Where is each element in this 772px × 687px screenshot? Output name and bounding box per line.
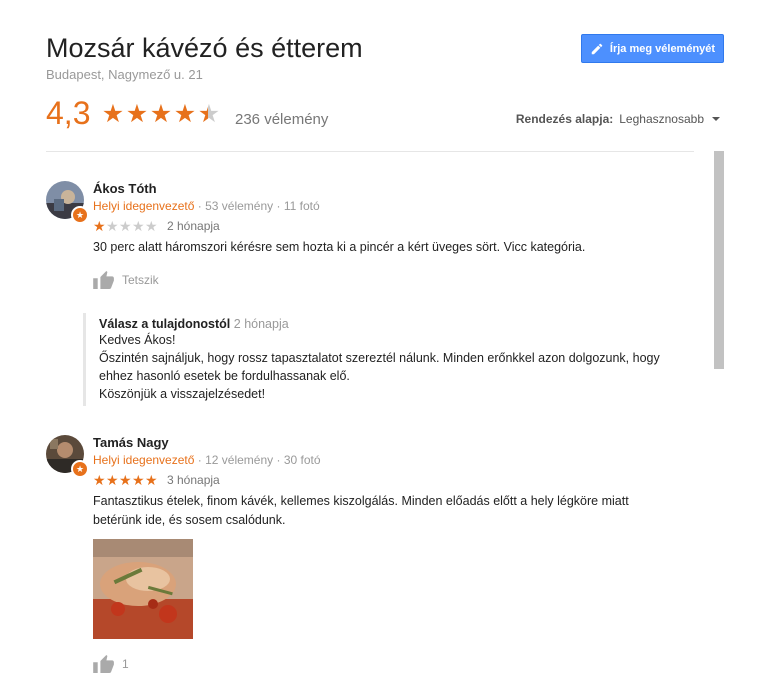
owner-reply-line: ehhez hasonló esetek be fordulhassanak e… xyxy=(99,369,350,383)
local-guide-badge-icon: ★ xyxy=(71,460,89,478)
star-icon: ★ xyxy=(145,218,158,234)
overall-stars: ★ ★ ★ ★ ★ xyxy=(101,101,221,128)
owner-reply-line: Őszintén sajnáljuk, hogy rossz tapasztal… xyxy=(99,351,660,365)
like-button[interactable]: Tetszik xyxy=(93,271,159,289)
separator: · xyxy=(276,199,281,213)
star-icon: ★ xyxy=(125,100,149,128)
review-stars: ★ ★ ★ ★ ★ 2 hónapja xyxy=(93,219,220,233)
owner-reply-line: Kedves Ákos! xyxy=(99,333,176,347)
sort-dropdown[interactable]: Rendezés alapja: Leghasznosabb xyxy=(516,112,720,126)
write-review-button[interactable]: Írja meg véleményét xyxy=(581,34,724,63)
separator: · xyxy=(197,199,202,213)
reviewer-review-count: 12 vélemény xyxy=(205,453,274,467)
local-guide-label: Helyi idegenvezető xyxy=(93,199,195,213)
thumbs-up-icon xyxy=(93,655,114,673)
star-icon: ★ xyxy=(101,100,125,128)
reviewer-meta: Helyi idegenvezető · 53 vélemény · 11 fo… xyxy=(93,199,320,213)
separator: · xyxy=(276,453,281,467)
star-icon: ★ xyxy=(119,472,132,488)
separator: · xyxy=(197,453,202,467)
review-text: 30 perc alatt háromszori kérésre sem hoz… xyxy=(93,240,586,254)
reviewer-review-count: 53 vélemény xyxy=(205,199,274,213)
owner-reply-time: 2 hónapja xyxy=(233,317,289,331)
overall-rating: 4,3 xyxy=(46,95,91,131)
review-text-line: betérünk ide, és sosem csalódunk. xyxy=(93,513,286,527)
reviewer-photo-count: 30 fotó xyxy=(283,453,321,467)
star-icon: ★ xyxy=(93,472,106,488)
write-review-label: Írja meg véleményét xyxy=(609,42,716,55)
review-stars: ★ ★ ★ ★ ★ 3 hónapja xyxy=(93,473,220,487)
star-icon: ★ xyxy=(149,100,173,128)
star-icon: ★ xyxy=(106,472,119,488)
review-photo[interactable] xyxy=(93,539,193,639)
thumbs-up-icon xyxy=(93,271,114,289)
star-icon: ★ xyxy=(132,218,145,234)
review-time: 2 hónapja xyxy=(167,219,220,233)
reviewer-photo-count: 11 fotó xyxy=(283,199,320,213)
like-button[interactable]: 1 xyxy=(93,655,129,673)
divider xyxy=(46,151,694,152)
place-title: Mozsár kávézó és étterem xyxy=(46,33,363,63)
like-label: Tetszik xyxy=(122,273,159,287)
chevron-down-icon xyxy=(712,117,720,121)
reviewer-meta: Helyi idegenvezető · 12 vélemény · 30 fo… xyxy=(93,453,321,467)
owner-reply-heading: Válasz a tulajdonostól 2 hónapja xyxy=(99,317,693,331)
reviewer-name[interactable]: Ákos Tóth xyxy=(93,181,157,196)
pencil-icon xyxy=(591,43,603,54)
review-text-line: Fantasztikus ételek, finom kávék, kellem… xyxy=(93,494,629,508)
owner-reply: Válasz a tulajdonostól 2 hónapja Kedves … xyxy=(83,313,693,406)
owner-reply-title: Válasz a tulajdonostól xyxy=(99,317,231,331)
local-guide-label: Helyi idegenvezető xyxy=(93,453,195,467)
star-icon: ★ xyxy=(132,472,145,488)
like-count: 1 xyxy=(122,657,129,671)
sort-label: Rendezés alapja: xyxy=(515,112,614,126)
star-icon: ★ xyxy=(106,218,119,234)
star-icon: ★ xyxy=(119,218,132,234)
review-time: 3 hónapja xyxy=(167,473,220,487)
place-address: Budapest, Nagymező u. 21 xyxy=(46,67,203,82)
owner-reply-line: Köszönjük a visszajelzésedet! xyxy=(99,387,266,401)
star-icon: ★ xyxy=(93,218,106,234)
scrollbar[interactable] xyxy=(714,151,724,369)
star-icon: ★ xyxy=(145,472,158,488)
sort-value: Leghasznosabb xyxy=(619,112,704,126)
review-count: 236 vélemény xyxy=(235,111,329,128)
half-star-icon: ★ xyxy=(197,100,221,128)
reviewer-name[interactable]: Tamás Nagy xyxy=(93,435,169,450)
star-icon: ★ xyxy=(173,100,197,128)
local-guide-badge-icon: ★ xyxy=(71,206,89,224)
